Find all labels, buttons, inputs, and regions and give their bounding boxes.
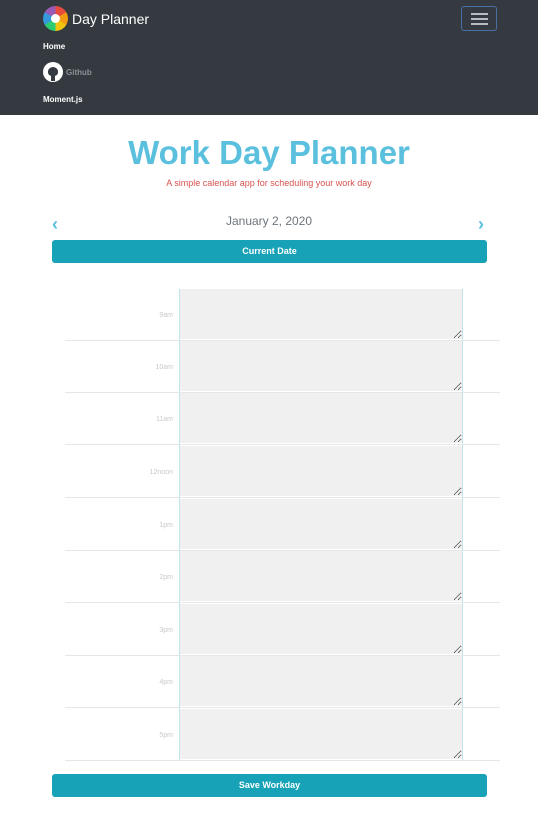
planner-row-3pm: 3pm xyxy=(65,604,500,656)
hour-label: 12noon xyxy=(149,469,173,476)
chevron-right-icon[interactable]: › xyxy=(478,214,484,235)
hour-label: 10am xyxy=(155,364,173,371)
planner-row-10am: 10am xyxy=(65,341,500,393)
hour-textarea[interactable] xyxy=(180,446,462,496)
nav-link-github[interactable]: Github xyxy=(43,62,92,82)
page-subtitle: A simple calendar app for scheduling you… xyxy=(166,178,372,188)
hour-textarea[interactable] xyxy=(180,709,462,759)
page-title: Work Day Planner xyxy=(128,134,410,171)
hour-label: 1pm xyxy=(159,522,173,529)
planner-row-11am: 11am xyxy=(65,393,500,445)
hour-label: 4pm xyxy=(159,679,173,686)
hour-textarea[interactable] xyxy=(180,499,462,549)
planner-grid: 9am 10am 11am 12noon 1pm 2pm 3pm 4pm 5pm xyxy=(65,289,500,761)
hour-label: 11am xyxy=(156,416,173,423)
current-date-label: January 2, 2020 xyxy=(225,214,313,228)
hour-textarea[interactable] xyxy=(180,289,462,339)
planner-row-4pm: 4pm xyxy=(65,656,500,708)
hour-textarea[interactable] xyxy=(180,551,462,601)
planner-row-1pm: 1pm xyxy=(65,499,500,551)
brand-link[interactable]: Day Planner xyxy=(43,6,149,31)
hour-label: 9am xyxy=(159,312,173,319)
planner-row-2pm: 2pm xyxy=(65,551,500,603)
hour-textarea[interactable] xyxy=(180,341,462,391)
brand-logo-icon xyxy=(43,6,68,31)
nav-link-home[interactable]: Home xyxy=(43,42,65,51)
hour-label: 5pm xyxy=(159,732,173,739)
brand-title: Day Planner xyxy=(72,10,150,27)
current-date-button[interactable]: Current Date xyxy=(52,240,487,263)
github-icon xyxy=(43,62,63,82)
nav-link-github-label: Github xyxy=(66,67,92,77)
planner-row-5pm: 5pm xyxy=(65,709,500,761)
planner-row-9am: 9am xyxy=(65,289,500,341)
hour-textarea[interactable] xyxy=(180,393,462,443)
hour-textarea[interactable] xyxy=(180,604,462,654)
hour-label: 2pm xyxy=(159,574,173,581)
hamburger-icon xyxy=(471,13,488,15)
nav-link-momentjs[interactable]: Moment.js xyxy=(43,95,83,104)
planner-row-12noon: 12noon xyxy=(65,446,500,498)
save-workday-button[interactable]: Save Workday xyxy=(52,774,487,797)
hour-label: 3pm xyxy=(159,627,173,634)
hour-textarea[interactable] xyxy=(180,656,462,706)
navbar: Day Planner Home Github Moment.js xyxy=(0,0,538,115)
navbar-toggler-button[interactable] xyxy=(461,6,497,31)
